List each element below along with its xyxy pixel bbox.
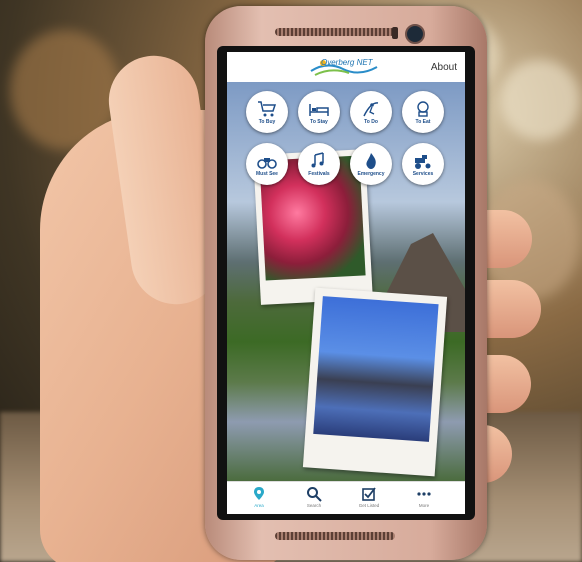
cart-icon [258, 100, 277, 116]
app-header: Overberg NET About [227, 52, 465, 82]
tile-label: To Do [364, 118, 378, 125]
nav-search[interactable]: Search [294, 486, 334, 514]
map-pin-icon [254, 487, 264, 500]
tile-must-see[interactable]: Must See [246, 143, 288, 185]
search-icon [307, 487, 322, 502]
tile-label: To Eat [415, 118, 431, 125]
nav-label: Search [306, 503, 322, 508]
bokeh-light [500, 60, 580, 140]
app-screen: Overberg NET About To Buy To Stay To Do [227, 52, 465, 514]
logo-text: Overberg NET [321, 58, 373, 67]
tile-services[interactable]: Services [402, 143, 444, 185]
collage-background [227, 82, 465, 482]
tile-label: Must See [256, 170, 278, 177]
nav-label: Area [254, 503, 264, 508]
bottom-speaker-grille [275, 532, 395, 540]
tractor-icon [415, 154, 431, 169]
tile-label: To Buy [258, 118, 276, 125]
tile-to-eat[interactable]: To Eat [402, 91, 444, 133]
checkbox-icon [362, 487, 376, 501]
tile-emergency[interactable]: Emergency [350, 143, 392, 185]
harbour-polaroid [302, 287, 448, 477]
tile-to-do[interactable]: To Do [350, 91, 392, 133]
front-camera [405, 24, 425, 44]
sensor [392, 27, 398, 39]
nav-get-listed[interactable]: Get Listed [349, 486, 389, 514]
ellipsis-icon [417, 492, 431, 496]
surfer-icon [363, 101, 379, 116]
bottom-nav: Area Search Get Listed More [227, 481, 465, 514]
chef-icon [417, 100, 429, 117]
tile-label: Services [412, 170, 434, 177]
harbour-photo [313, 296, 439, 442]
tile-to-buy[interactable]: To Buy [246, 91, 288, 133]
nav-more[interactable]: More [404, 486, 444, 514]
tile-to-stay[interactable]: To Stay [298, 91, 340, 133]
tile-festivals[interactable]: Festivals [298, 143, 340, 185]
about-link[interactable]: About [431, 62, 457, 73]
nav-area[interactable]: Area [239, 486, 279, 514]
binoculars-icon [257, 157, 277, 169]
tile-label: Festivals [308, 170, 330, 177]
flame-icon [366, 152, 376, 169]
photo-background: Overberg NET About To Buy To Stay To Do [0, 0, 582, 562]
tile-label: Emergency [357, 170, 385, 177]
music-notes-icon [311, 151, 324, 167]
top-speaker-grille [275, 28, 395, 36]
tile-label: To Stay [310, 118, 328, 125]
bed-icon [309, 103, 329, 116]
nav-label: More [418, 503, 430, 508]
nav-label: Get Listed [358, 503, 380, 508]
